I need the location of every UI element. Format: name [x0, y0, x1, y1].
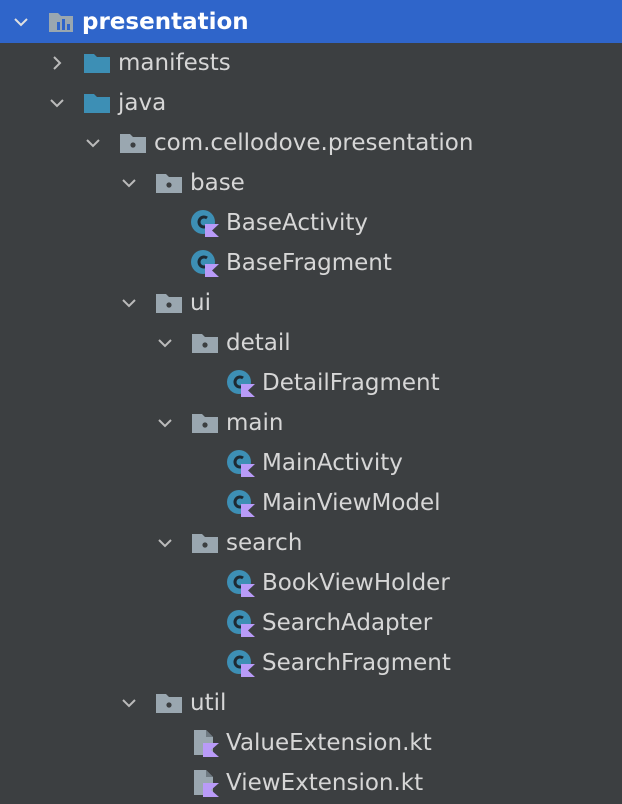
tree-item-main-activity[interactable]: MainActivity: [0, 443, 622, 483]
kotlin-file-icon: [190, 770, 220, 797]
tree-item-base-fragment[interactable]: BaseFragment: [0, 243, 622, 283]
tree-item-package-root[interactable]: com.cellodove.presentation: [0, 123, 622, 163]
tree-item-presentation[interactable]: presentation: [0, 0, 622, 43]
tree-item-util[interactable]: util: [0, 683, 622, 723]
tree-item-search[interactable]: search: [0, 523, 622, 563]
tree-item-label: BookViewHolder: [262, 570, 450, 596]
tree-item-main[interactable]: main: [0, 403, 622, 443]
chevron-down-icon[interactable]: [154, 532, 176, 554]
chevron-right-icon[interactable]: [46, 52, 68, 74]
tree-item-label: SearchFragment: [262, 650, 451, 676]
tree-item-label: java: [118, 90, 167, 116]
tree-item-book-view-holder[interactable]: BookViewHolder: [0, 563, 622, 603]
tree-item-label: ui: [190, 290, 211, 316]
package-icon: [154, 170, 184, 196]
tree-item-label: base: [190, 170, 245, 196]
chevron-down-icon[interactable]: [82, 132, 104, 154]
folder-icon: [82, 90, 112, 116]
kotlin-class-icon: [226, 650, 256, 677]
tree-item-label: util: [190, 690, 227, 716]
tree-item-label: SearchAdapter: [262, 610, 433, 636]
folder-icon: [82, 50, 112, 76]
package-icon: [154, 690, 184, 716]
tree-item-label: manifests: [118, 50, 231, 76]
kotlin-class-icon: [226, 610, 256, 637]
kotlin-file-icon: [190, 730, 220, 757]
kotlin-class-icon: [190, 210, 220, 237]
tree-item-label: main: [226, 410, 284, 436]
tree-item-java[interactable]: java: [0, 83, 622, 123]
chevron-down-icon[interactable]: [118, 172, 140, 194]
tree-item-base-activity[interactable]: BaseActivity: [0, 203, 622, 243]
tree-item-label: ValueExtension.kt: [226, 730, 432, 756]
tree-item-manifests[interactable]: manifests: [0, 43, 622, 83]
tree-item-label: MainViewModel: [262, 490, 441, 516]
chevron-down-icon[interactable]: [10, 11, 32, 33]
tree-item-label: com.cellodove.presentation: [154, 130, 474, 156]
tree-item-label: presentation: [82, 8, 249, 35]
tree-item-value-extension[interactable]: ValueExtension.kt: [0, 723, 622, 763]
kotlin-class-icon: [226, 450, 256, 477]
package-icon: [118, 130, 148, 156]
module-icon: [46, 9, 76, 35]
chevron-down-icon[interactable]: [154, 332, 176, 354]
tree-item-ui[interactable]: ui: [0, 283, 622, 323]
package-icon: [154, 290, 184, 316]
kotlin-class-icon: [190, 250, 220, 277]
project-tree: presentation manifests java com.cellodov…: [0, 0, 622, 804]
tree-item-main-view-model[interactable]: MainViewModel: [0, 483, 622, 523]
tree-item-label: MainActivity: [262, 450, 403, 476]
chevron-down-icon[interactable]: [118, 292, 140, 314]
tree-item-detail-fragment[interactable]: DetailFragment: [0, 363, 622, 403]
chevron-down-icon[interactable]: [154, 412, 176, 434]
tree-item-search-fragment[interactable]: SearchFragment: [0, 643, 622, 683]
tree-item-label: BaseActivity: [226, 210, 369, 236]
kotlin-class-icon: [226, 490, 256, 517]
tree-item-label: search: [226, 530, 303, 556]
package-icon: [190, 530, 220, 556]
chevron-down-icon[interactable]: [46, 92, 68, 114]
package-icon: [190, 330, 220, 356]
kotlin-class-icon: [226, 570, 256, 597]
tree-item-search-adapter[interactable]: SearchAdapter: [0, 603, 622, 643]
tree-item-label: BaseFragment: [226, 250, 392, 276]
tree-item-view-extension[interactable]: ViewExtension.kt: [0, 763, 622, 803]
package-icon: [190, 410, 220, 436]
tree-item-label: ViewExtension.kt: [226, 770, 424, 796]
tree-item-detail[interactable]: detail: [0, 323, 622, 363]
tree-item-label: detail: [226, 330, 291, 356]
tree-item-base[interactable]: base: [0, 163, 622, 203]
kotlin-class-icon: [226, 370, 256, 397]
tree-item-label: DetailFragment: [262, 370, 440, 396]
chevron-down-icon[interactable]: [118, 692, 140, 714]
